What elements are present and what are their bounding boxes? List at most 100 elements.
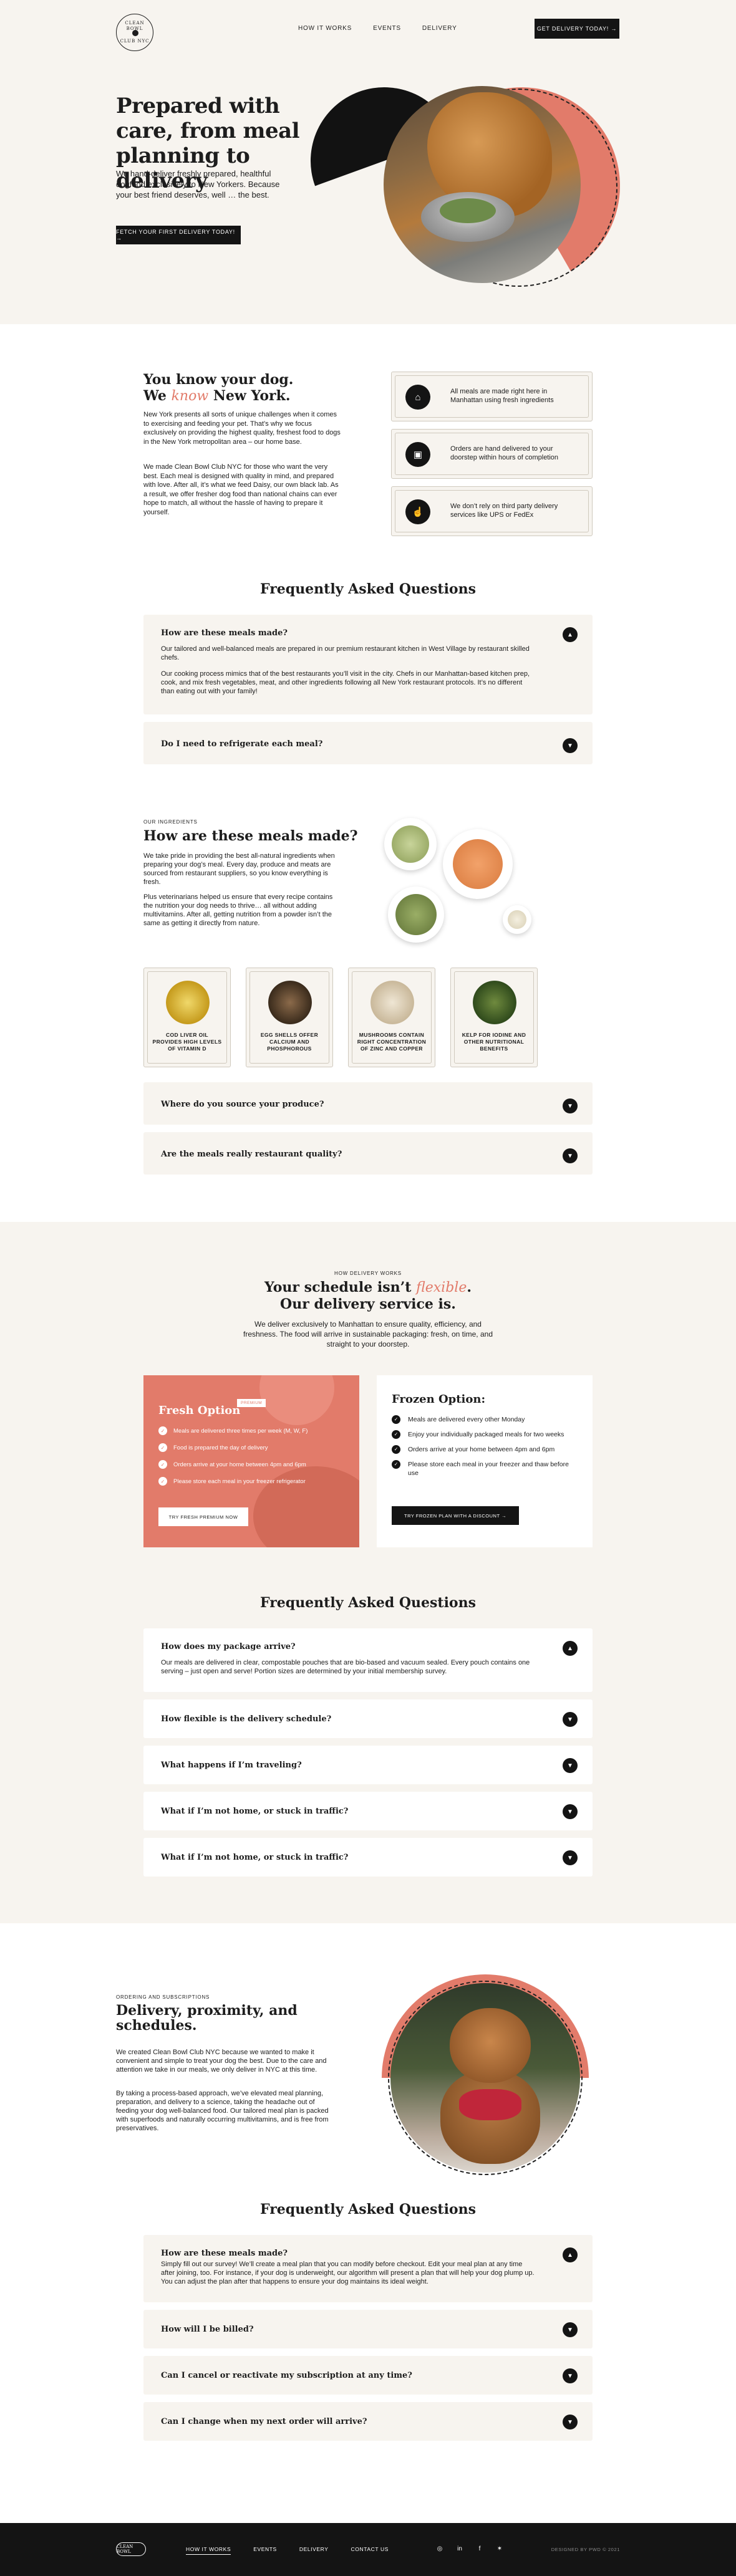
ordering-paragraph-2: By taking a process-based approach, we’v… bbox=[116, 2090, 329, 2132]
check-icon: ✓ bbox=[158, 1460, 167, 1469]
hero-description: We hand-deliver freshly prepared, health… bbox=[116, 169, 280, 199]
logo-text-bottom: CLUB NYC bbox=[120, 38, 150, 44]
facebook-icon[interactable]: f bbox=[475, 2544, 484, 2553]
footer-link-events[interactable]: EVENTS bbox=[253, 2546, 277, 2555]
frozen-option-item: ✓ Meals are delivered every other Monday bbox=[392, 1415, 579, 1424]
nav-link-delivery[interactable]: DELIVERY bbox=[422, 25, 457, 32]
nav-link-events[interactable]: EVENTS bbox=[373, 25, 401, 32]
faq-item[interactable]: What if I’m not home, or stuck in traffi… bbox=[143, 1838, 593, 1877]
chevron-down-icon[interactable]: ▼ bbox=[563, 2368, 578, 2383]
ingredients-title: How are these meals made? bbox=[143, 828, 358, 844]
instagram-icon[interactable]: ◎ bbox=[435, 2544, 444, 2553]
check-icon: ✓ bbox=[392, 1415, 400, 1424]
faq-question: What happens if I’m traveling? bbox=[161, 1761, 302, 1770]
plate-greens bbox=[388, 887, 444, 943]
faq-item[interactable]: How flexible is the delivery schedule? ▼ bbox=[143, 1699, 593, 1738]
frozen-option-item: ✓ Orders arrive at your home between 4pm … bbox=[392, 1445, 579, 1454]
chevron-up-icon[interactable]: ▲ bbox=[563, 627, 578, 642]
chevron-down-icon[interactable]: ▼ bbox=[563, 2415, 578, 2429]
faq-title-3: Frequently Asked Questions bbox=[259, 2201, 476, 2218]
chevron-up-icon[interactable]: ▲ bbox=[563, 1641, 578, 1656]
ingredient-caption: KELP FOR IODINE AND OTHER NUTRITIONAL BE… bbox=[462, 1032, 526, 1052]
hero-dog-eating-image bbox=[384, 86, 581, 283]
plate-food bbox=[395, 894, 437, 935]
chevron-down-icon[interactable]: ▼ bbox=[563, 1148, 578, 1163]
ingredient-caption: COD LIVER OIL PROVIDES HIGH LEVELS OF VI… bbox=[152, 1032, 222, 1052]
faq-item-open[interactable]: How are these meals made? Our tailored a… bbox=[143, 615, 593, 714]
footer-link-delivery[interactable]: DELIVERY bbox=[299, 2546, 329, 2555]
delivery-title-line2: Our delivery service is. bbox=[280, 1296, 456, 1312]
feature-text: All meals are made right here in Manhatt… bbox=[450, 388, 554, 404]
ingredients-eyebrow: OUR INGREDIENTS bbox=[143, 819, 198, 825]
frozen-option-list: ✓ Meals are delivered every other Monday … bbox=[392, 1415, 579, 1484]
know-title-emphasis: know bbox=[171, 388, 209, 404]
faq-answer: Our meals are delivered in clear, compos… bbox=[161, 1659, 530, 1675]
fetch-delivery-button[interactable]: FETCH YOUR FIRST DELIVERY TODAY! → bbox=[116, 226, 241, 244]
site-footer: CLEAN BOWL HOW IT WORKS EVENTS DELIVERY … bbox=[0, 2523, 736, 2576]
faq-item[interactable]: Can I change when my next order will arr… bbox=[143, 2402, 593, 2441]
top-nav: CLEAN BOWL CLUB NYC HOW IT WORKS EVENTS … bbox=[0, 14, 736, 51]
faq-item[interactable]: Where do you source your produce? ▼ bbox=[143, 1082, 593, 1125]
mushrooms-icon bbox=[370, 981, 414, 1024]
logo-dot-icon bbox=[132, 30, 138, 36]
delivery-title-post: . bbox=[467, 1279, 472, 1295]
faq-item[interactable]: Are the meals really restaurant quality?… bbox=[143, 1132, 593, 1175]
ingredients-plates-image bbox=[384, 812, 546, 968]
chevron-down-icon[interactable]: ▼ bbox=[563, 2322, 578, 2337]
delivery-eyebrow: HOW DELIVERY WORKS bbox=[334, 1271, 402, 1276]
faq-item[interactable]: How will I be billed? ▼ bbox=[143, 2310, 593, 2348]
faq-question: How will I be billed? bbox=[161, 2325, 254, 2334]
chevron-down-icon[interactable]: ▼ bbox=[563, 1712, 578, 1727]
fresh-option-text: Meals are delivered three times per week… bbox=[173, 1427, 308, 1435]
fresh-option-text: Orders arrive at your home between 4pm a… bbox=[173, 1461, 306, 1468]
fresh-option-title: Fresh Option bbox=[158, 1404, 241, 1417]
nav-link-how-it-works[interactable]: HOW IT WORKS bbox=[298, 25, 352, 32]
know-title: You know your dog. We know New York. bbox=[143, 372, 318, 405]
check-icon: ✓ bbox=[392, 1430, 400, 1439]
chevron-down-icon[interactable]: ▼ bbox=[563, 1098, 578, 1113]
faq-question: How are these meals made? bbox=[161, 2249, 288, 2258]
feature-card-manhattan: ⌂ All meals are made right here in Manha… bbox=[391, 372, 593, 421]
get-delivery-button[interactable]: GET DELIVERY TODAY! → bbox=[535, 19, 619, 39]
frozen-option-card: Frozen Option: ✓ Meals are delivered ever… bbox=[377, 1375, 593, 1547]
faq-item[interactable]: Do I need to refrigerate each meal? ▼ bbox=[143, 722, 593, 764]
ordering-section: ORDERING AND SUBSCRIPTIONS Delivery, pro… bbox=[0, 1923, 736, 2523]
social-links: ◎ in f ✶ bbox=[435, 2544, 504, 2553]
premium-badge: PREMIUM bbox=[237, 1399, 266, 1407]
faq-question: What if I’m not home, or stuck in traffi… bbox=[161, 1807, 349, 1816]
ingredient-caption: MUSHROOMS CONTAIN RIGHT CONCENTRATION OF… bbox=[357, 1032, 427, 1052]
twitter-icon[interactable]: ✶ bbox=[495, 2544, 504, 2553]
chevron-up-icon[interactable]: ▲ bbox=[563, 2247, 578, 2262]
chevron-down-icon[interactable]: ▼ bbox=[563, 1758, 578, 1773]
faq-item-open[interactable]: How does my package arrive? Our meals ar… bbox=[143, 1628, 593, 1692]
chevron-down-icon[interactable]: ▼ bbox=[563, 738, 578, 753]
try-frozen-plan-button[interactable]: TRY FROZEN PLAN WITH A DISCOUNT → bbox=[392, 1506, 519, 1525]
faq-question: How are these meals made? bbox=[161, 628, 288, 638]
faq-item-open[interactable]: How are these meals made? Simply fill ou… bbox=[143, 2235, 593, 2302]
site-logo[interactable]: CLEAN BOWL CLUB NYC bbox=[116, 14, 153, 51]
chevron-down-icon[interactable]: ▼ bbox=[563, 1804, 578, 1819]
chevron-down-icon[interactable]: ▼ bbox=[563, 1850, 578, 1865]
faq-item[interactable]: Can I cancel or reactivate my subscripti… bbox=[143, 2356, 593, 2395]
know-paragraph-1: New York presents all sorts of unique ch… bbox=[143, 411, 341, 446]
check-icon: ✓ bbox=[392, 1460, 400, 1469]
faq-item[interactable]: What happens if I’m traveling? ▼ bbox=[143, 1746, 593, 1784]
faq-question: Can I change when my next order will arr… bbox=[161, 2417, 367, 2426]
faq-question: What if I’m not home, or stuck in traffi… bbox=[161, 1853, 349, 1862]
dog-with-harness-image bbox=[390, 1983, 580, 2173]
linkedin-icon[interactable]: in bbox=[455, 2544, 464, 2553]
footer-link-how-it-works[interactable]: HOW IT WORKS bbox=[186, 2546, 231, 2555]
ingredients-paragraph-1: We take pride in providing the best all-… bbox=[143, 852, 335, 886]
nav-links: HOW IT WORKS EVENTS DELIVERY bbox=[298, 25, 457, 32]
fresh-option-item: ✓ Meals are delivered three times per wee… bbox=[158, 1426, 346, 1435]
kelp-icon bbox=[473, 981, 516, 1024]
fresh-option-card: Fresh Option PREMIUM ✓ Meals are delivere… bbox=[143, 1375, 359, 1547]
frozen-option-title: Frozen Option: bbox=[392, 1393, 486, 1406]
try-fresh-premium-button[interactable]: TRY FRESH PREMIUM NOW bbox=[158, 1507, 248, 1526]
ingredient-card-kelp: KELP FOR IODINE AND OTHER NUTRITIONAL BE… bbox=[450, 968, 538, 1067]
plate-sweet-potato bbox=[443, 829, 513, 899]
footer-logo[interactable]: CLEAN BOWL bbox=[116, 2542, 146, 2556]
cod-liver-oil-icon bbox=[166, 981, 210, 1024]
footer-link-contact-us[interactable]: CONTACT US bbox=[351, 2546, 389, 2555]
faq-item[interactable]: What if I’m not home, or stuck in traffi… bbox=[143, 1792, 593, 1830]
